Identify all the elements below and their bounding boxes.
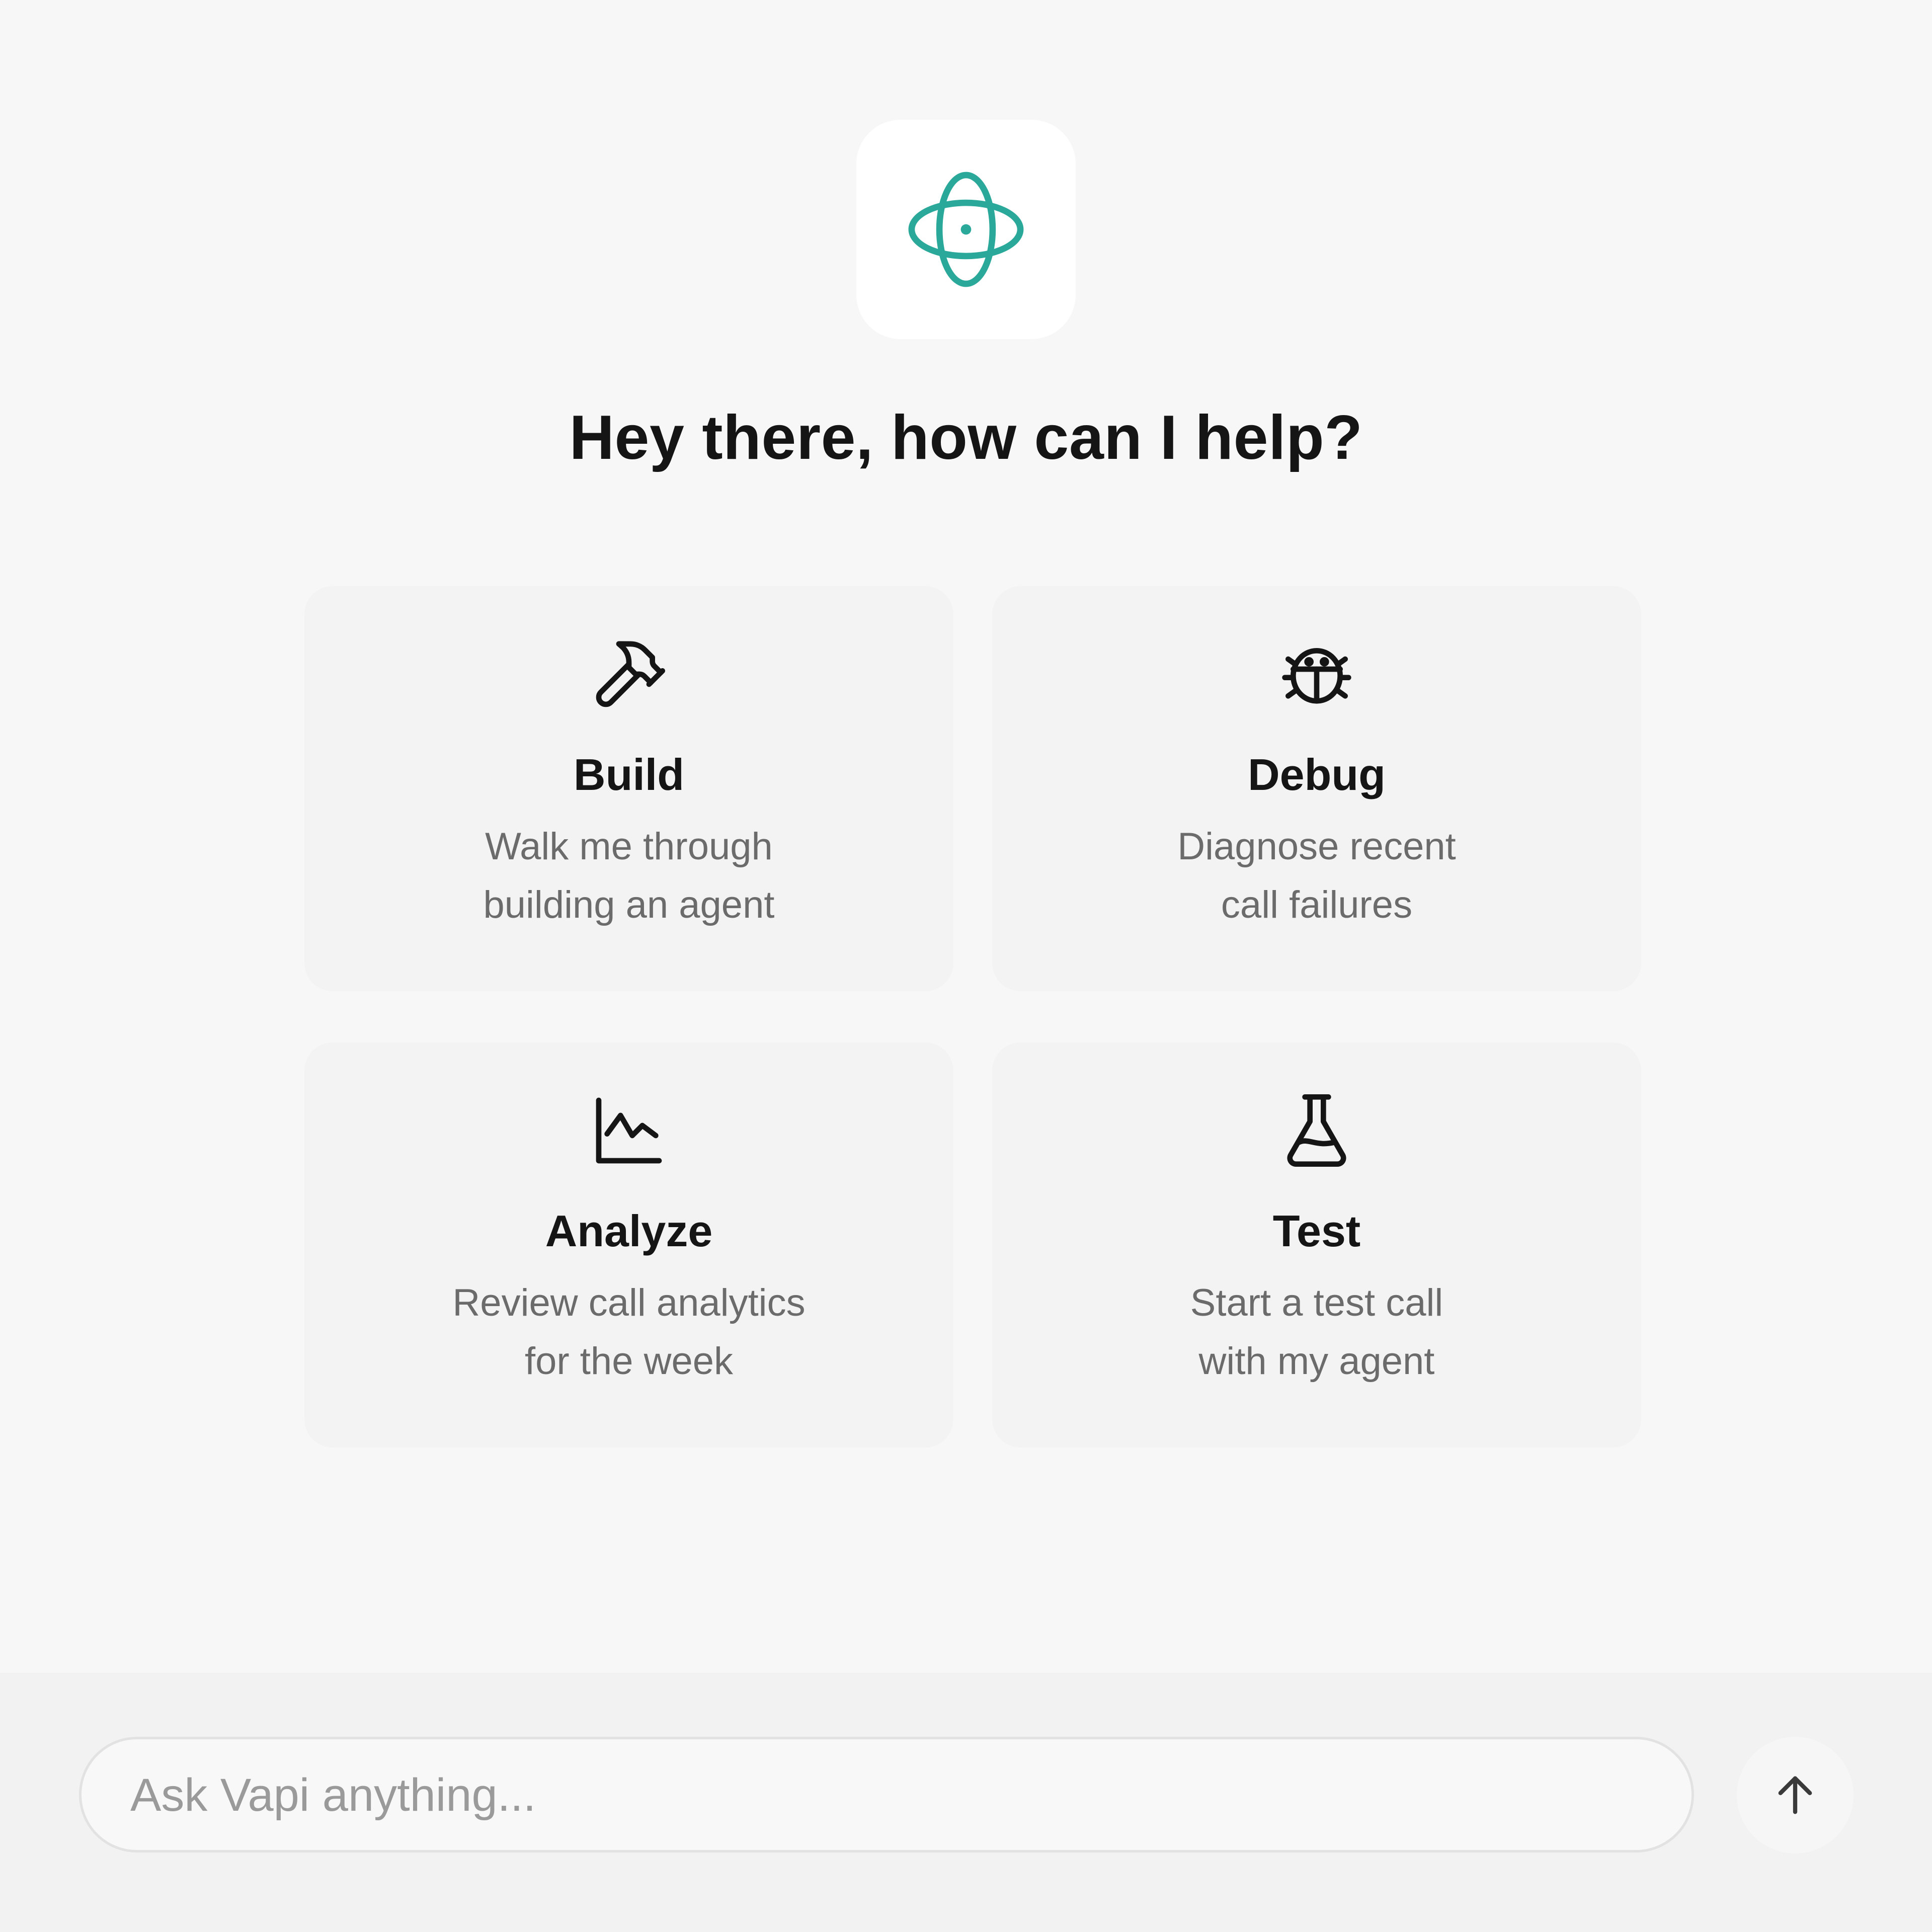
card-description: Start a test call with my agent bbox=[1190, 1281, 1443, 1383]
logo-tile bbox=[856, 120, 1076, 339]
analyze-card[interactable]: Analyze Review call analytics for the we… bbox=[304, 1042, 953, 1447]
assistant-home: Hey there, how can I help? Build Walk me… bbox=[0, 0, 1932, 1932]
test-card[interactable]: Test Start a test call with my agent bbox=[992, 1042, 1641, 1447]
arrow-up-icon bbox=[1778, 1776, 1812, 1814]
card-description: Walk me through building an agent bbox=[483, 825, 775, 926]
chat-input[interactable] bbox=[129, 1739, 1641, 1851]
bug-icon bbox=[1276, 634, 1357, 714]
card-title: Build bbox=[574, 750, 684, 799]
card-title: Test bbox=[1272, 1206, 1361, 1256]
orbit-icon bbox=[908, 172, 1024, 287]
composer-bar bbox=[0, 1673, 1932, 1932]
line-chart-icon bbox=[589, 1090, 669, 1171]
debug-card[interactable]: Debug Diagnose recent call failures bbox=[992, 586, 1641, 991]
card-title: Analyze bbox=[545, 1206, 713, 1256]
card-description: Diagnose recent call failures bbox=[1177, 825, 1456, 926]
chat-input-wrapper bbox=[79, 1737, 1694, 1853]
card-title: Debug bbox=[1248, 750, 1386, 799]
page-title: Hey there, how can I help? bbox=[569, 403, 1363, 472]
flask-icon bbox=[1276, 1090, 1357, 1171]
build-card[interactable]: Build Walk me through building an agent bbox=[304, 586, 953, 991]
send-button[interactable] bbox=[1737, 1737, 1854, 1854]
card-description: Review call analytics for the week bbox=[452, 1281, 806, 1383]
hammer-icon bbox=[589, 634, 669, 714]
